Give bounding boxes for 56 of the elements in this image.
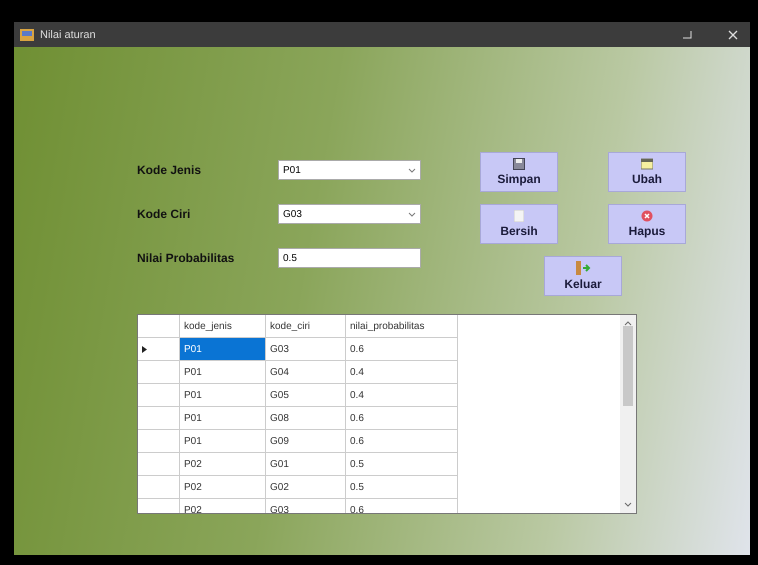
chevron-down-icon [408, 212, 416, 216]
table-cell: 0.6 [346, 338, 458, 361]
column-header[interactable]: kode_ciri [266, 315, 346, 338]
table-cell: G08 [266, 407, 346, 430]
table-cell: P01 [180, 384, 266, 407]
table-cell: G03 [266, 338, 346, 361]
row-header[interactable] [138, 407, 180, 430]
table-cell: 0.4 [346, 384, 458, 407]
field-label: Nilai Probabilitas [137, 251, 236, 265]
table-cell: 0.4 [346, 361, 458, 384]
delete-button[interactable]: Hapus [608, 204, 686, 244]
row-header[interactable] [138, 361, 180, 384]
table-cell: G04 [266, 361, 346, 384]
table-cell: G02 [266, 476, 346, 499]
table-cell: P02 [180, 476, 266, 499]
row-header[interactable] [138, 338, 180, 361]
table-cell: 0.5 [346, 476, 458, 499]
column-header[interactable]: kode_jenis [180, 315, 266, 338]
row-header[interactable] [138, 384, 180, 407]
window-title: Nilai aturan [40, 28, 96, 40]
page-icon [514, 210, 524, 222]
table-cell: P01 [180, 338, 266, 361]
table-cell: P02 [180, 453, 266, 476]
table-cell: 0.6 [346, 430, 458, 453]
close-icon[interactable] [728, 30, 738, 40]
scrollbar[interactable] [620, 315, 636, 513]
input-field[interactable]: 0.5 [278, 248, 421, 268]
delete-icon [641, 210, 653, 222]
table-cell: P01 [180, 430, 266, 453]
exit-button[interactable]: Keluar [544, 256, 622, 296]
edit-button[interactable]: Ubah [608, 152, 686, 192]
row-header[interactable] [138, 430, 180, 453]
maximize-icon[interactable] [682, 30, 692, 40]
scroll-down-icon[interactable] [624, 502, 632, 507]
row-pointer-icon [142, 346, 147, 352]
table-cell: G09 [266, 430, 346, 453]
dropdown-field[interactable]: G03 [278, 204, 421, 224]
table-cell: P01 [180, 361, 266, 384]
chevron-down-icon [408, 168, 416, 172]
row-header[interactable] [138, 476, 180, 499]
field-label: Kode Jenis [137, 163, 202, 177]
table-cell: 0.6 [346, 407, 458, 430]
table-cell: G05 [266, 384, 346, 407]
table-cell: P01 [180, 407, 266, 430]
exit-door-icon [575, 261, 591, 275]
app-icon [20, 28, 34, 40]
clear-button[interactable]: Bersih [480, 204, 558, 244]
save-button[interactable]: Simpan [480, 152, 558, 192]
column-header[interactable]: nilai_probabilitas [346, 315, 458, 338]
dropdown-field[interactable]: P01 [278, 160, 421, 180]
folder-icon [641, 158, 653, 170]
row-header[interactable] [138, 453, 180, 476]
table-cell: 0.5 [346, 453, 458, 476]
field-label: Kode Ciri [137, 207, 192, 221]
scroll-up-icon[interactable] [624, 321, 632, 326]
table-cell: G01 [266, 453, 346, 476]
